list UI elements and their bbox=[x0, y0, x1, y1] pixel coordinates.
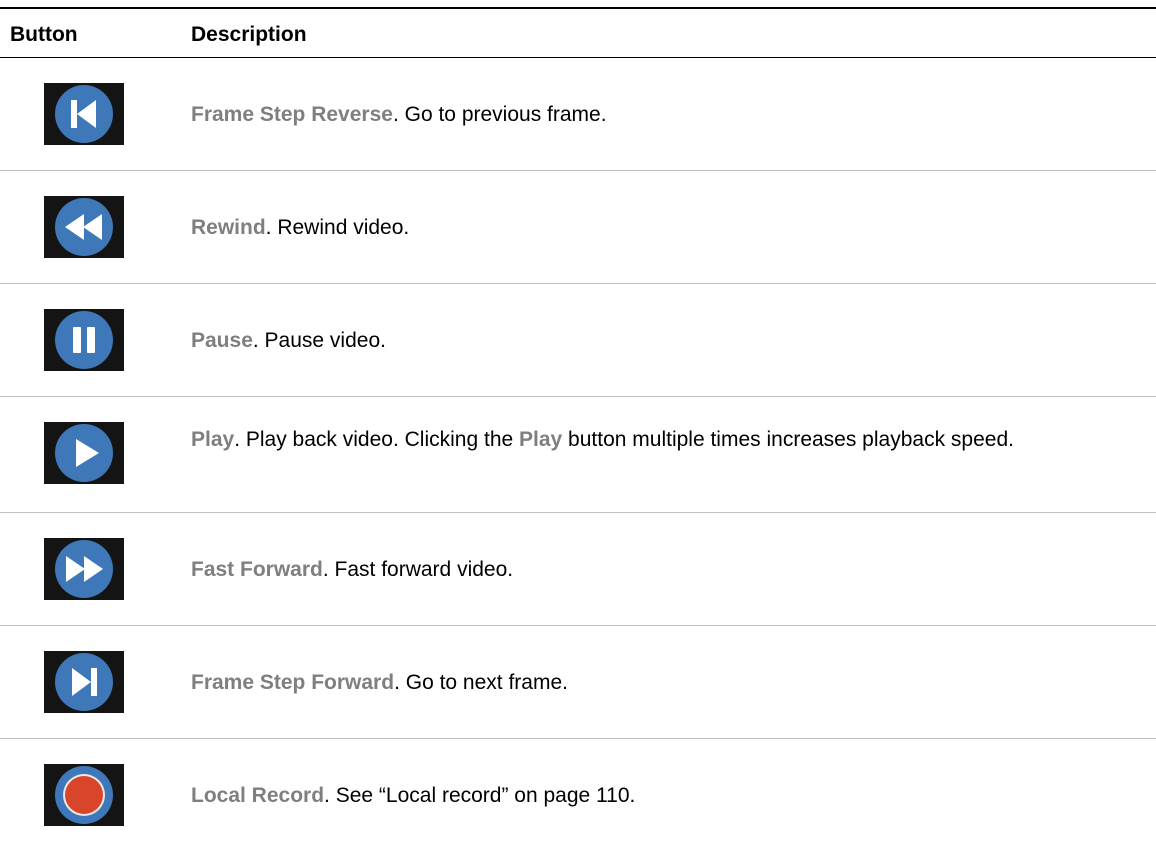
control-description: . Fast forward video. bbox=[322, 558, 514, 581]
control-name: Pause bbox=[191, 329, 253, 352]
control-name-inline: Play bbox=[519, 428, 563, 451]
control-name: Rewind bbox=[191, 216, 266, 239]
play-button[interactable] bbox=[44, 422, 124, 484]
column-header-description: Description bbox=[191, 23, 307, 46]
fast-forward-icon bbox=[55, 540, 113, 598]
rewind-icon bbox=[55, 198, 113, 256]
frame-step-reverse-button[interactable] bbox=[44, 83, 124, 145]
row-description: Fast Forward. Fast forward video. bbox=[191, 556, 1151, 584]
table-row: Local Record. See “Local record” on page… bbox=[0, 739, 1156, 848]
rewind-button[interactable] bbox=[44, 196, 124, 258]
fast-forward-button[interactable] bbox=[44, 538, 124, 600]
control-name: Frame Step Reverse bbox=[191, 103, 393, 126]
table-header-row: Button Description bbox=[0, 9, 1156, 57]
control-name: Local Record bbox=[191, 784, 325, 807]
row-description: Frame Step Reverse. Go to previous frame… bbox=[191, 101, 1151, 129]
pause-button[interactable] bbox=[44, 309, 124, 371]
play-icon bbox=[55, 424, 113, 482]
control-name: Play bbox=[191, 428, 235, 451]
table-row: Fast Forward. Fast forward video. bbox=[0, 513, 1156, 626]
control-description: . Rewind video. bbox=[265, 216, 410, 239]
table-row: Frame Step Forward. Go to next frame. bbox=[0, 626, 1156, 739]
frame-step-forward-button[interactable] bbox=[44, 651, 124, 713]
control-description: . Pause video. bbox=[252, 329, 386, 352]
local-record-button[interactable] bbox=[44, 764, 124, 826]
control-name: Frame Step Forward bbox=[191, 671, 395, 694]
row-description: Frame Step Forward. Go to next frame. bbox=[191, 669, 1151, 697]
frame-step-reverse-icon bbox=[55, 85, 113, 143]
table-row: Frame Step Reverse. Go to previous frame… bbox=[0, 58, 1156, 171]
table-row: Pause. Pause video. bbox=[0, 284, 1156, 397]
row-description: Pause. Pause video. bbox=[191, 327, 1151, 355]
control-description: . Go to next frame. bbox=[394, 671, 568, 694]
control-description: . Go to previous frame. bbox=[392, 103, 607, 126]
table-row: Rewind. Rewind video. bbox=[0, 171, 1156, 284]
table-row: Play. Play back video. Clicking the Play… bbox=[0, 397, 1156, 513]
local-record-icon bbox=[55, 766, 113, 824]
frame-step-forward-icon bbox=[55, 653, 113, 711]
pause-icon bbox=[55, 311, 113, 369]
row-description: Rewind. Rewind video. bbox=[191, 214, 1151, 242]
control-name: Fast Forward bbox=[191, 558, 323, 581]
row-description: Local Record. See “Local record” on page… bbox=[191, 782, 1151, 810]
column-header-button: Button bbox=[10, 23, 78, 46]
control-description: . See “Local record” on page 110. bbox=[324, 784, 636, 807]
control-description: . Play back video. Clicking the bbox=[234, 428, 520, 451]
control-description-cont: button multiple times increases playback… bbox=[562, 428, 1014, 451]
row-description: Play. Play back video. Clicking the Play… bbox=[191, 426, 1151, 454]
